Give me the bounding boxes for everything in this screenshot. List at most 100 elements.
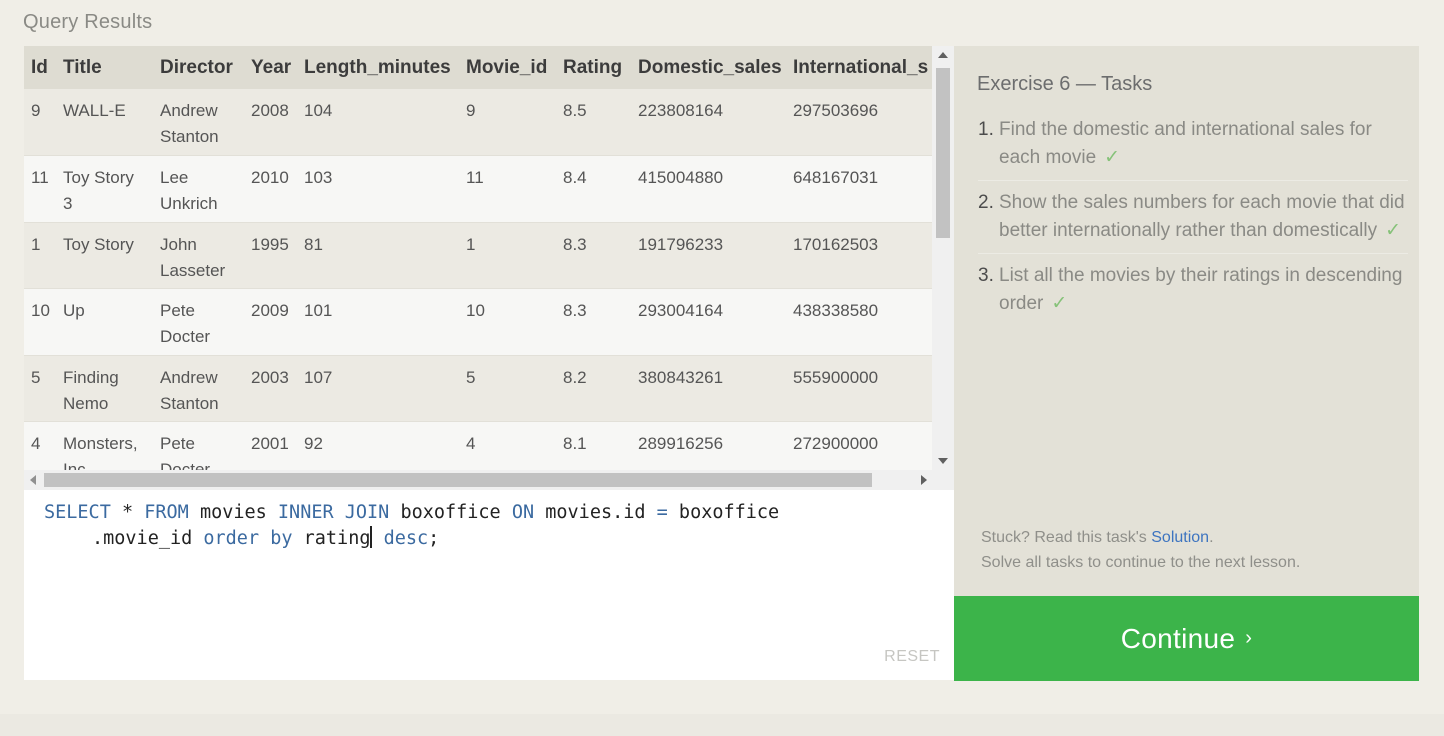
table-cell: 2003	[251, 367, 289, 387]
column-header: Director	[160, 56, 233, 78]
task-text: List all the movies by their ratings in …	[999, 265, 1403, 314]
reset-button[interactable]: RESET	[884, 648, 940, 666]
chevron-right-icon: ›	[1245, 627, 1253, 649]
table-cell: 415004880	[638, 168, 724, 187]
sql-editor[interactable]: SELECT * FROM movies INNER JOIN boxoffic…	[24, 490, 954, 680]
horizontal-scrollbar[interactable]	[24, 470, 954, 490]
table-cell: John Lasseter	[160, 234, 226, 280]
table-cell: 8.3	[563, 234, 587, 254]
table-cell: 297503696	[793, 101, 879, 120]
table-cell: Toy Story	[63, 234, 134, 254]
table-cell: 648167031	[793, 168, 879, 187]
vertical-scrollbar[interactable]	[932, 46, 954, 470]
task-number: 3.	[978, 265, 994, 286]
code-line-2[interactable]: .movie_id order by rating desc;	[92, 526, 439, 549]
column-header: Movie_id	[466, 56, 548, 78]
table-cell: Monsters, Inc.	[63, 434, 138, 470]
table-cell: 272900000	[793, 434, 879, 453]
table-cell: 4	[466, 434, 476, 453]
table-cell: 81	[304, 234, 323, 254]
table-cell: 10	[31, 301, 50, 320]
table-cell: Lee Unkrich	[160, 168, 218, 213]
sql-text: ;	[428, 528, 440, 549]
sql-text: movies.id	[534, 502, 657, 523]
code-line-1[interactable]: SELECT * FROM movies INNER JOIN boxoffic…	[44, 502, 779, 523]
bottom-band	[0, 714, 1444, 736]
table-cell: 8.4	[563, 168, 587, 187]
sql-keyword: SELECT	[44, 502, 111, 523]
table-cell: 1	[466, 234, 476, 254]
table-cell: WALL-E	[63, 101, 126, 120]
table-row: 5 Finding Nemo Andrew Stanton 2003 107 5 8.2 38…	[24, 355, 932, 422]
task-number: 2.	[978, 192, 994, 213]
table-cell: 5	[466, 367, 476, 387]
table-cell: Pete Docter	[160, 301, 211, 346]
sql-text: boxoffice	[667, 502, 780, 523]
sql-keyword: =	[656, 502, 668, 523]
table-cell: 5	[31, 367, 41, 387]
solve-note: Solve all tasks to continue to the next …	[981, 554, 1301, 571]
table-cell: 9	[466, 101, 476, 120]
table-cell: 92	[304, 434, 323, 453]
table-cell: 9	[31, 101, 41, 120]
scroll-left-arrow-icon[interactable]	[30, 475, 36, 485]
table-cell: 8.3	[563, 301, 587, 320]
table-cell: 107	[304, 367, 333, 387]
check-icon: ✓	[1385, 220, 1402, 241]
table-cell: 293004164	[638, 301, 724, 320]
table-cell: 555900000	[793, 367, 879, 387]
sql-text: *	[110, 502, 145, 523]
table-row: 4 Monsters, Inc. Pete Docter 2001 92 4 8.1 2899…	[24, 421, 932, 470]
task-text: Show the sales numbers for each movie th…	[999, 192, 1405, 241]
table-row: 10 Up Pete Docter 2009 101 10 8.3 293004164 4383…	[24, 288, 932, 355]
tasks-title: Exercise 6 — Tasks	[977, 73, 1153, 95]
task-list: 1. Find the domestic and international s…	[978, 116, 1408, 334]
results-table-viewport: Id Title Director Year Length_minutes Movie_i…	[24, 46, 932, 470]
table-cell: Andrew Stanton	[160, 101, 219, 146]
table-row: 1 Toy Story John Lasseter 1995 81 1 8.3 1917962…	[24, 222, 932, 289]
solution-link[interactable]: Solution	[1151, 529, 1209, 546]
continue-label: Continue	[1120, 622, 1236, 654]
column-header: Title	[63, 56, 102, 78]
scroll-down-arrow-icon[interactable]	[938, 458, 948, 464]
sql-keyword: ON	[511, 502, 535, 523]
task-text: Find the domestic and international sale…	[999, 119, 1372, 168]
table-cell: Pete Docter	[160, 434, 211, 470]
table-header-row: Id Title Director Year Length_minutes Movie_i…	[24, 46, 932, 89]
column-header: International_s	[793, 56, 929, 78]
table-cell: 4	[31, 434, 41, 453]
task-item: 1. Find the domestic and international s…	[978, 116, 1408, 181]
table-cell: 8.1	[563, 434, 587, 453]
table-cell: 11	[31, 168, 49, 187]
table-row: 9 WALL-E Andrew Stanton 2008 104 9 8.5 22380816…	[24, 89, 932, 156]
sql-text: .movie_id	[92, 528, 204, 549]
vertical-scroll-thumb[interactable]	[936, 68, 950, 238]
table-cell: 1995	[251, 234, 289, 254]
task-number: 1.	[978, 119, 994, 140]
column-header: Year	[251, 56, 292, 78]
scroll-right-arrow-icon[interactable]	[921, 475, 927, 485]
column-header: Rating	[563, 56, 623, 78]
sql-text: boxoffice	[389, 502, 512, 523]
table-cell: 170162503	[793, 234, 879, 254]
table-cell: 289916256	[638, 434, 724, 453]
sql-text: rating	[292, 528, 371, 549]
task-item: 3. List all the movies by their ratings …	[978, 262, 1408, 326]
horizontal-scroll-thumb[interactable]	[44, 473, 872, 487]
table-cell: 2010	[251, 168, 289, 187]
sql-keyword: order by	[203, 528, 293, 549]
table-cell: 2008	[251, 101, 289, 120]
table-cell: 10	[466, 301, 485, 320]
check-icon: ✓	[1051, 293, 1068, 314]
continue-button[interactable]: Continue ›	[954, 596, 1419, 681]
table-cell: 2001	[251, 434, 289, 453]
sql-text: movies	[188, 502, 278, 523]
table-cell: 104	[304, 101, 333, 120]
table-cell: Finding Nemo	[63, 367, 119, 413]
column-header: Id	[31, 56, 48, 78]
stuck-hint: Stuck? Read this task's Solution.	[981, 529, 1214, 546]
scroll-up-arrow-icon[interactable]	[938, 52, 948, 58]
table-cell: 11	[466, 168, 484, 187]
table-cell: Andrew Stanton	[160, 367, 219, 413]
